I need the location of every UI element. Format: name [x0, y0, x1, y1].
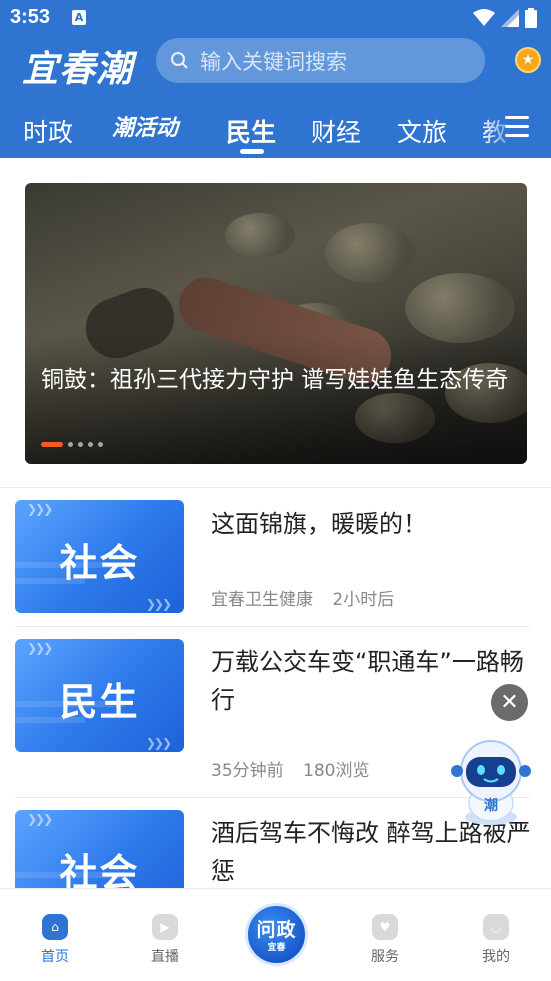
center-button-label: 问政: [256, 919, 297, 941]
carousel-dot: [78, 442, 83, 447]
active-tab-indicator: [240, 149, 264, 154]
news-meta: 35分钟前 180浏览: [211, 756, 370, 781]
news-source: 宜春卫生健康: [211, 590, 313, 610]
news-time: 35分钟前: [211, 761, 284, 781]
signal-icon: [501, 9, 519, 27]
nav-label: 服务: [371, 949, 399, 965]
news-thumbnail: ❯❯❯ ❯❯❯ 社会: [15, 500, 184, 613]
close-float-button[interactable]: ✕: [491, 684, 528, 721]
notification-icon: A: [72, 10, 86, 25]
battery-icon: [525, 8, 537, 28]
carousel-dot: [88, 442, 93, 447]
news-thumbnail: ❯❯❯ ❯❯❯ 民生: [15, 639, 184, 752]
smile-icon: ◡: [483, 914, 509, 940]
news-views: 180浏览: [303, 761, 370, 781]
status-bar: 3:53 A: [0, 0, 551, 38]
nav-profile[interactable]: ◡ 我的: [466, 914, 526, 966]
robot-badge: 潮: [484, 797, 498, 814]
app-logo: 宜春潮: [22, 48, 134, 90]
news-title: 万载公交车变“职通车”一路畅行: [211, 648, 524, 714]
search-input[interactable]: 输入关键词搜索: [156, 38, 485, 83]
heart-icon: ♥: [372, 914, 398, 940]
divider: [0, 487, 551, 488]
home-icon: ⌂: [42, 914, 68, 940]
tab-caijing[interactable]: 财经: [311, 113, 361, 149]
status-time: 3:53: [10, 6, 51, 28]
search-icon: [171, 51, 188, 69]
status-icons: [473, 8, 537, 28]
nav-home[interactable]: ⌂ 首页: [25, 914, 85, 966]
nav-label: 我的: [482, 949, 510, 965]
news-time: 2小时后: [332, 590, 395, 610]
channel-tabs: 时政 民生 财经 文旅 教: [0, 105, 551, 155]
banner-title: 铜鼓：祖孙三代接力守护 谱写娃娃鱼生态传奇: [41, 367, 509, 393]
news-meta: 宜春卫生健康 2小时后: [211, 585, 394, 610]
nav-service[interactable]: ♥ 服务: [355, 914, 415, 966]
tab-wenlv[interactable]: 文旅: [397, 113, 447, 149]
thumbnail-label: 社会: [59, 540, 140, 585]
search-placeholder: 输入关键词搜索: [200, 49, 347, 74]
carousel-dot: [98, 442, 103, 447]
banner-carousel[interactable]: 铜鼓：祖孙三代接力守护 谱写娃娃鱼生态传奇: [25, 183, 527, 464]
nav-live[interactable]: ▶ 直播: [135, 914, 195, 966]
carousel-dot: [68, 442, 73, 447]
tab-chaohuodong[interactable]: 潮活动: [112, 110, 178, 142]
tab-minsheng[interactable]: 民生: [226, 113, 276, 149]
news-title: 这面锦旗，暖暖的！: [211, 510, 427, 538]
tab-shizheng[interactable]: 时政: [23, 113, 73, 149]
thumbnail-label: 民生: [59, 679, 140, 724]
carousel-dot: [41, 442, 63, 447]
carousel-indicator: [41, 442, 103, 447]
nav-label: 首页: [41, 949, 69, 965]
wifi-icon: [473, 9, 495, 26]
divider: [15, 626, 531, 627]
wenzheng-button[interactable]: 问政 宜春: [245, 903, 308, 966]
robot-assistant-icon[interactable]: 潮: [444, 735, 538, 827]
channel-menu-icon[interactable]: [505, 116, 529, 143]
play-icon: ▶: [152, 914, 178, 940]
nav-label: 直播: [151, 949, 179, 965]
medal-icon[interactable]: ★: [515, 47, 541, 73]
